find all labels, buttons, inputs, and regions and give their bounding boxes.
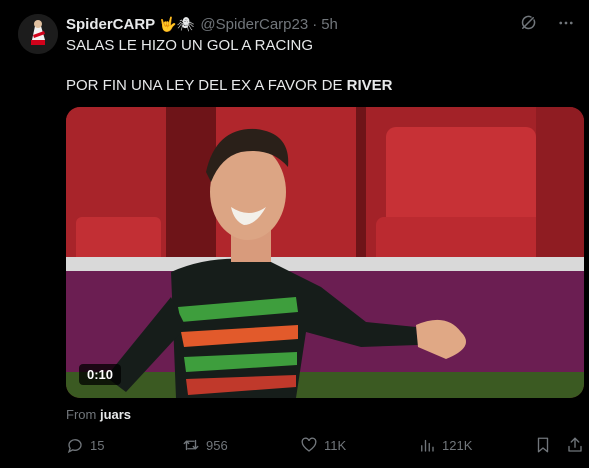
video-frame: [66, 107, 584, 398]
reply-count: 15: [90, 437, 105, 453]
avatar[interactable]: [18, 14, 58, 54]
bookmark-icon: [534, 436, 558, 454]
avatar-image: [18, 14, 58, 54]
post-text-line-1: SALAS LE HIZO UN GOL A RACING: [66, 37, 314, 54]
reply-icon: [66, 436, 90, 454]
user-handle[interactable]: @SpiderCarp23: [200, 16, 308, 33]
video-player[interactable]: 0:10: [66, 107, 584, 398]
repost-count: 956: [206, 437, 228, 453]
post-text-prefix: POR FIN UNA LEY DEL EX A FAVOR DE: [66, 77, 347, 94]
repost-button[interactable]: 956: [182, 436, 228, 454]
post-header: SpiderCARP 🤟🕷 @SpiderCarp23 · 5h: [66, 14, 575, 34]
like-count: 11K: [324, 437, 347, 453]
media-source: From juars: [66, 407, 131, 422]
separator-dot: ·: [312, 15, 318, 33]
post-time[interactable]: 5h: [321, 16, 338, 33]
video-duration: 0:10: [79, 364, 122, 385]
share-icon: [566, 436, 589, 454]
name-emoji: 🤟🕷: [159, 15, 195, 32]
more-icon[interactable]: [557, 14, 575, 32]
source-name[interactable]: juars: [100, 407, 131, 422]
grok-icon[interactable]: [519, 14, 537, 32]
like-button[interactable]: 11K: [300, 436, 346, 454]
share-button[interactable]: [566, 436, 589, 454]
source-prefix: From: [66, 407, 100, 422]
views-button[interactable]: 121K: [418, 436, 472, 454]
like-icon: [300, 436, 324, 454]
reply-button[interactable]: 15: [66, 436, 104, 454]
repost-icon: [182, 436, 206, 454]
display-name[interactable]: SpiderCARP: [66, 16, 155, 33]
views-icon: [418, 436, 442, 454]
views-count: 121K: [442, 437, 473, 453]
post-text-line-2: POR FIN UNA LEY DEL EX A FAVOR DE RIVER: [66, 76, 393, 96]
action-bar: 15 956 11K 121K: [66, 436, 584, 458]
post-text-bold: RIVER: [346, 77, 393, 94]
bookmark-button[interactable]: [534, 436, 558, 454]
